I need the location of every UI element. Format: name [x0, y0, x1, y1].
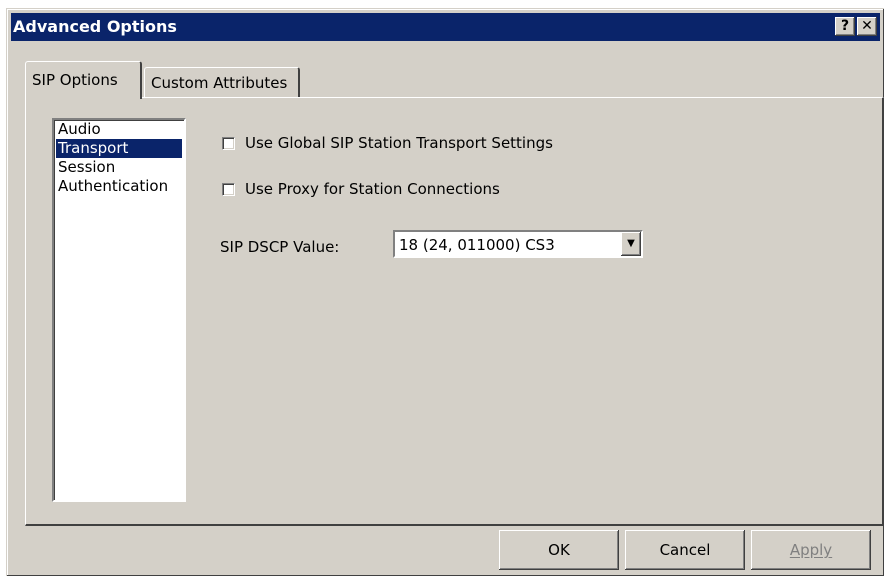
dropdown-arrow-button[interactable]: ▼ — [621, 232, 641, 256]
close-icon: ✕ — [861, 18, 873, 34]
chevron-down-icon: ▼ — [627, 238, 635, 249]
tab-custom-attributes[interactable]: Custom Attributes — [144, 67, 300, 97]
close-button[interactable]: ✕ — [857, 17, 877, 36]
dialog-title: Advanced Options — [13, 17, 177, 36]
sip-dscp-select[interactable]: 18 (24, 011000) CS3 ▼ — [393, 230, 643, 258]
list-item-authentication[interactable]: Authentication — [56, 177, 182, 196]
ok-button[interactable]: OK — [499, 530, 619, 570]
category-list[interactable]: Audio Transport Session Authentication — [52, 118, 186, 502]
use-proxy-row[interactable]: Use Proxy for Station Connections — [222, 180, 500, 198]
list-item-audio[interactable]: Audio — [56, 120, 182, 139]
help-button[interactable]: ? — [835, 17, 855, 36]
use-global-transport-row[interactable]: Use Global SIP Station Transport Setting… — [222, 134, 553, 152]
list-item-session[interactable]: Session — [56, 158, 182, 177]
apply-button[interactable]: Apply — [751, 530, 871, 570]
use-global-transport-label: Use Global SIP Station Transport Setting… — [245, 134, 553, 152]
use-proxy-checkbox[interactable] — [222, 182, 235, 196]
use-global-transport-checkbox[interactable] — [222, 136, 235, 150]
sip-options-panel: Audio Transport Session Authentication U… — [25, 97, 884, 526]
title-bar[interactable]: Advanced Options ? ✕ — [11, 13, 880, 41]
help-icon: ? — [840, 18, 850, 34]
tab-label: SIP Options — [32, 71, 118, 89]
sip-dscp-value: 18 (24, 011000) CS3 — [399, 236, 555, 254]
tab-sip-options[interactable]: SIP Options — [25, 61, 142, 99]
cancel-button[interactable]: Cancel — [625, 530, 745, 570]
use-proxy-label: Use Proxy for Station Connections — [245, 180, 500, 198]
tab-label: Custom Attributes — [151, 74, 288, 92]
sip-dscp-label: SIP DSCP Value: — [220, 238, 340, 256]
list-item-transport[interactable]: Transport — [56, 139, 182, 158]
advanced-options-dialog: Advanced Options ? ✕ SIP Options Custom … — [6, 8, 884, 576]
